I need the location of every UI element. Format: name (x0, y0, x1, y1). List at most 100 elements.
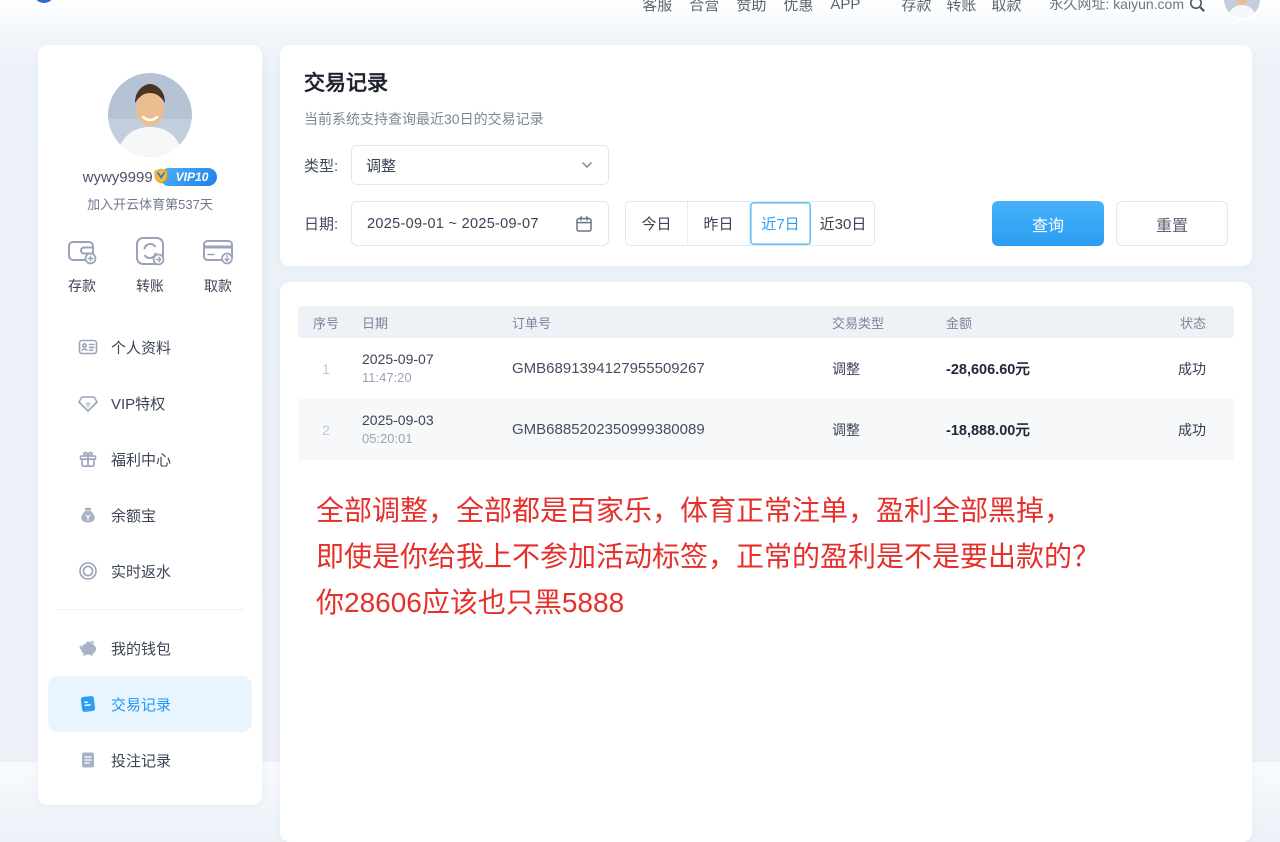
cell-status: 成功 (1100, 420, 1234, 440)
cell-date-time: 05:20:01 (362, 430, 504, 449)
page-subtitle: 当前系统支持查询最近30日的交易记录 (304, 109, 1228, 129)
header-type: 交易类型 (824, 313, 934, 332)
quick-action-label: 转账 (136, 276, 164, 296)
nav-deposit[interactable]: 存款 (901, 0, 931, 15)
main-content: 交易记录 当前系统支持查询最近30日的交易记录 类型: 调整 日期: 2025-… (280, 45, 1252, 842)
cell-date: 2025-09-03 05:20:01 (354, 410, 504, 449)
sidebar-item-rebate[interactable]: 实时返水 (48, 543, 252, 599)
range-yesterday-button[interactable]: 昨日 (688, 202, 750, 245)
piggy-bank-icon (78, 638, 98, 658)
quick-actions: 存款 转账 取款 (38, 213, 262, 296)
sidebar-item-label: 实时返水 (111, 561, 171, 582)
nav-app[interactable]: APP (830, 0, 860, 13)
nav-transfer[interactable]: 转账 (946, 0, 976, 15)
permanent-url: 永久网址: kaiyun.com (1049, 0, 1184, 14)
date-range-input[interactable]: 2025-09-01 ~ 2025-09-07 (351, 201, 609, 246)
cell-date-day: 2025-09-03 (362, 410, 504, 430)
cell-date-time: 11:47:20 (362, 369, 504, 388)
sidebar-item-benefits[interactable]: 福利中心 (48, 431, 252, 487)
type-select[interactable]: 调整 (351, 145, 609, 185)
calendar-icon (575, 215, 593, 233)
cell-transaction-type: 调整 (824, 359, 934, 379)
transfer-icon (132, 233, 168, 269)
chevron-down-icon (580, 158, 594, 172)
user-avatar-small[interactable] (1224, 0, 1260, 18)
type-select-value: 调整 (366, 155, 396, 176)
cell-date-day: 2025-09-07 (362, 349, 504, 369)
complaint-annotation: 全部调整，全部都是百家乐，体育正常注单，盈利全部黑掉， 即使是你给我上不参加活动… (316, 488, 1234, 626)
sidebar-item-yuebao[interactable]: 余额宝 (48, 487, 252, 543)
card-withdraw-icon (200, 233, 236, 269)
filter-card: 交易记录 当前系统支持查询最近30日的交易记录 类型: 调整 日期: 2025-… (280, 45, 1252, 266)
quick-action-deposit[interactable]: 存款 (64, 233, 100, 296)
search-icon[interactable] (1188, 0, 1206, 13)
quick-range-group: 今日 昨日 近7日 近30日 (625, 201, 875, 246)
quick-action-label: 存款 (68, 276, 96, 296)
nav-customer-service[interactable]: 客服 (642, 0, 672, 15)
sidebar-item-vip[interactable]: VIP特权 (48, 375, 252, 431)
quick-action-withdraw[interactable]: 取款 (200, 233, 236, 296)
range-last7days-button[interactable]: 近7日 (750, 202, 812, 245)
date-range-value: 2025-09-01 ~ 2025-09-07 (367, 216, 567, 232)
sidebar-item-label: 个人资料 (111, 337, 171, 358)
sidebar-item-label: 投注记录 (111, 750, 171, 771)
cell-amount: -28,606.60元 (934, 358, 1100, 379)
vip-shield-icon (153, 168, 169, 184)
bet-records-icon (78, 750, 98, 770)
sidebar-item-bet-records[interactable]: 投注记录 (48, 732, 252, 788)
wallet-deposit-icon (64, 233, 100, 269)
sidebar-item-label: 福利中心 (111, 449, 171, 470)
cell-index: 2 (298, 422, 354, 438)
sidebar-item-transaction-records[interactable]: 交易记录 (48, 676, 252, 732)
sidebar-item-label: 余额宝 (111, 505, 156, 526)
id-card-icon (78, 337, 98, 357)
gift-icon (78, 449, 98, 469)
quick-action-transfer[interactable]: 转账 (132, 233, 168, 296)
annotation-line: 全部调整，全部都是百家乐，体育正常注单，盈利全部黑掉， (316, 488, 1234, 534)
money-bag-icon (78, 505, 98, 525)
profile-section: wywy9999 VIP10 加入开云体育第537天 (38, 45, 262, 213)
type-filter-row: 类型: 调整 (304, 145, 1228, 185)
header-index: 序号 (298, 313, 354, 332)
annotation-line: 即使是你给我上不参加活动标签，正常的盈利是不是要出款的？ (316, 534, 1234, 580)
sidebar-divider (56, 609, 244, 610)
annotation-line: 你28606应该也只黑5888 (316, 580, 1234, 626)
table-body: 1 2025-09-07 11:47:20 GMB689139412795550… (298, 338, 1234, 460)
nav-wallet-group: 存款 转账 取款 (886, 0, 1021, 15)
sidebar-wallet-menu: 我的钱包 交易记录 投注记录 (38, 620, 262, 788)
cell-amount: -18,888.00元 (934, 419, 1100, 440)
range-today-button[interactable]: 今日 (626, 202, 688, 245)
header-status: 状态 (1100, 313, 1234, 332)
nav-partnership[interactable]: 合营 (689, 0, 719, 15)
vip-badge[interactable]: VIP10 (160, 168, 218, 186)
sidebar-menu: 个人资料 VIP特权 福利中心 余额宝 (38, 319, 262, 599)
nav-withdraw[interactable]: 取款 (991, 0, 1021, 15)
sidebar-item-label: VIP特权 (111, 393, 165, 414)
header-order: 订单号 (504, 313, 824, 332)
date-filter-row: 日期: 2025-09-01 ~ 2025-09-07 今日 昨日 近7日 近3… (304, 201, 1228, 246)
sidebar-item-profile[interactable]: 个人资料 (48, 319, 252, 375)
sidebar-item-label: 我的钱包 (111, 638, 171, 659)
cell-order-number: GMB6885202350999380089 (504, 421, 824, 438)
table-header: 序号 日期 订单号 交易类型 金额 状态 (298, 306, 1234, 338)
sidebar-item-label: 交易记录 (111, 694, 171, 715)
gem-icon (78, 393, 98, 413)
filter-actions: 查询 重置 (992, 201, 1228, 246)
reset-button[interactable]: 重置 (1116, 201, 1228, 246)
range-last30days-button[interactable]: 近30日 (812, 202, 874, 245)
nav-promotions[interactable]: 优惠 (783, 0, 813, 15)
table-row[interactable]: 1 2025-09-07 11:47:20 GMB689139412795550… (298, 338, 1234, 399)
query-button[interactable]: 查询 (992, 201, 1104, 246)
page-title: 交易记录 (304, 67, 1228, 97)
table-row[interactable]: 2 2025-09-03 05:20:01 GMB688520235099938… (298, 399, 1234, 460)
nav-sponsorship[interactable]: 赞助 (736, 0, 766, 15)
sidebar: wywy9999 VIP10 加入开云体育第537天 存款 (38, 45, 262, 805)
cell-transaction-type: 调整 (824, 420, 934, 440)
join-days-text: 加入开云体育第537天 (38, 194, 262, 213)
user-avatar[interactable] (108, 73, 192, 157)
transaction-records-icon (78, 694, 98, 714)
date-label: 日期: (304, 213, 351, 234)
quick-action-label: 取款 (204, 276, 232, 296)
cell-index: 1 (298, 361, 354, 377)
sidebar-item-my-wallet[interactable]: 我的钱包 (48, 620, 252, 676)
